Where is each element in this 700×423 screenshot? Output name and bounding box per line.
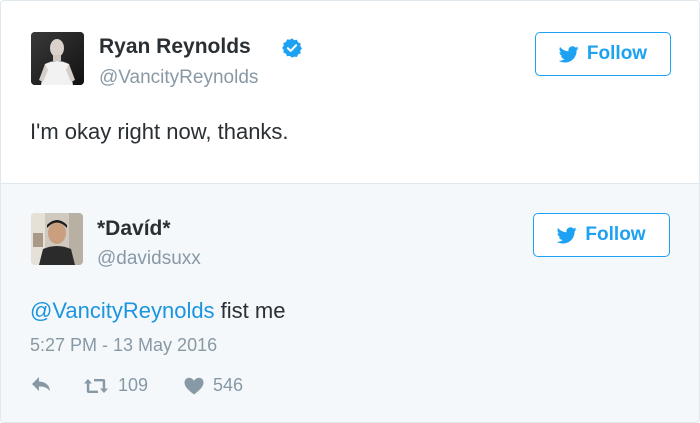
follow-button[interactable]: Follow (535, 32, 671, 76)
follow-label: Follow (586, 43, 648, 64)
twitter-bird-icon (557, 226, 578, 244)
mention-link[interactable]: @VancityReynolds (30, 298, 215, 323)
verified-badge-icon (281, 37, 303, 59)
retweet-count: 109 (118, 375, 149, 395)
author-handle[interactable]: @VancityReynolds (99, 67, 258, 89)
avatar[interactable] (31, 213, 83, 265)
reply-tweet: *Davíd* @davidsuxx Follow @VancityReynol… (1, 183, 699, 422)
follow-label: Follow (585, 224, 646, 245)
author-handle[interactable]: @davidsuxx (97, 248, 201, 270)
retweet-action[interactable]: 109 (83, 375, 148, 396)
original-tweet: Ryan Reynolds @VancityReynolds Follow I'… (1, 1, 699, 183)
timestamp[interactable]: 5:27 PM - 13 May 2016 (30, 335, 217, 356)
like-action[interactable]: 546 (184, 375, 243, 396)
tweet-text: I'm okay right now, thanks. (30, 119, 289, 144)
reply-action[interactable] (30, 375, 52, 393)
author-name[interactable]: Ryan Reynolds (99, 35, 251, 59)
author-name[interactable]: *Davíd* (97, 217, 171, 241)
tweet-embed-card: Ryan Reynolds @VancityReynolds Follow I'… (0, 0, 700, 423)
twitter-bird-icon (558, 45, 579, 63)
heart-icon (184, 377, 204, 395)
reply-icon (30, 375, 52, 393)
retweet-icon (83, 377, 109, 395)
reply-text: @VancityReynolds fist me (30, 298, 285, 324)
avatar[interactable] (31, 32, 84, 85)
like-count: 546 (213, 375, 244, 395)
follow-button[interactable]: Follow (533, 213, 670, 257)
reply-body: fist me (214, 298, 286, 323)
